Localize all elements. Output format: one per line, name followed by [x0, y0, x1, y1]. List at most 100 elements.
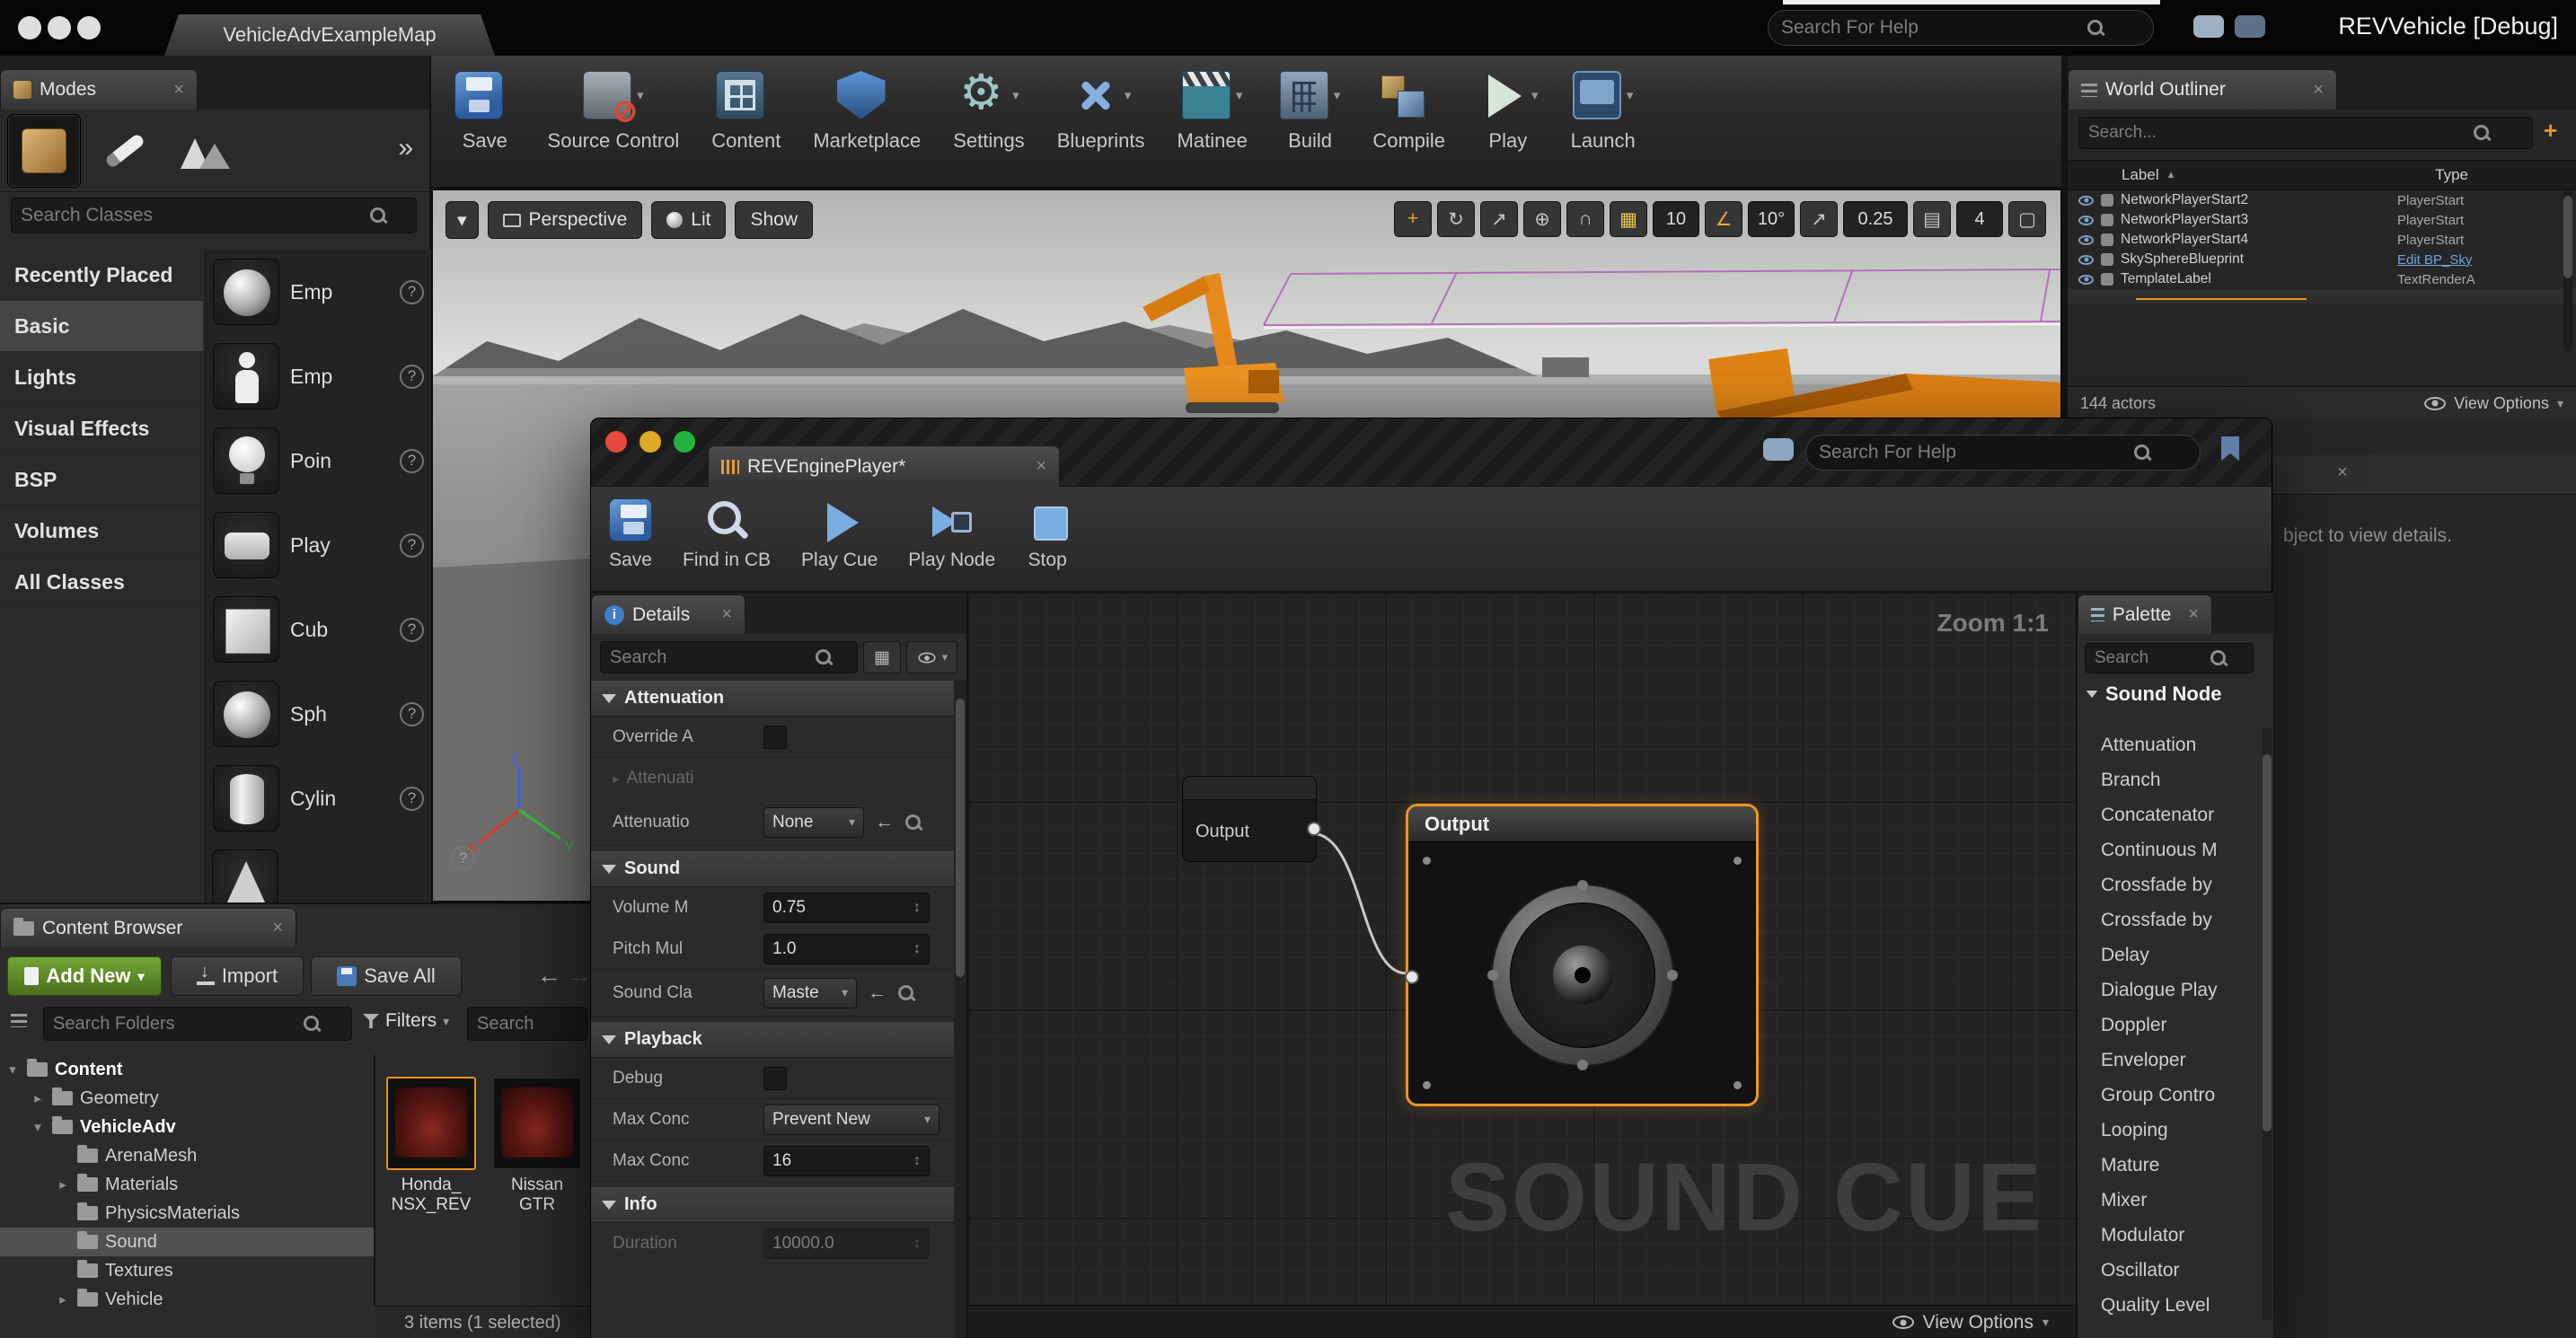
expander-icon[interactable]: ▸ [31, 1090, 45, 1106]
outliner-row[interactable]: NetworkPlayerStart2 PlayerStart [2068, 190, 2576, 210]
modes-category[interactable]: Lights [0, 352, 203, 403]
details-search-box[interactable] [600, 641, 858, 673]
cue-toolbar-button[interactable]: Stop [1026, 494, 1069, 591]
details-search-input[interactable] [610, 647, 807, 668]
palette-scrollbar[interactable] [2263, 727, 2272, 1320]
expander-icon[interactable]: ▾ [31, 1119, 45, 1135]
folder-tree-item[interactable]: Textures [0, 1256, 374, 1285]
dropdown-arrow-icon[interactable]: ▾ [1012, 87, 1019, 103]
grid-snap-value[interactable]: 10 [1653, 201, 1699, 237]
source-node[interactable]: Output [1182, 776, 1317, 862]
viewport-options-button[interactable]: ▾ [446, 201, 479, 239]
palette-item[interactable]: Mature [2078, 1148, 2263, 1183]
toolbar-button[interactable]: ▾ Matinee [1178, 65, 1248, 153]
toolbar-button[interactable]: ▾ Blueprints [1057, 65, 1145, 153]
browse-asset-icon[interactable] [897, 984, 915, 1002]
toolbar-button[interactable]: ▾ Play [1478, 65, 1539, 153]
asset-tile[interactable]: NissanGTR [492, 1077, 582, 1216]
expander-icon[interactable]: ▾ [5, 1061, 20, 1078]
show-flags-button[interactable]: Show [735, 201, 813, 239]
output-node[interactable]: Output [1406, 804, 1759, 1106]
toolbar-button[interactable]: ▾ Launch [1571, 65, 1636, 153]
feedback-icon[interactable] [2235, 15, 2265, 38]
toolbar-button[interactable]: ▾ Compile [1372, 65, 1445, 153]
expander-icon[interactable]: ▸ [56, 1291, 70, 1307]
section-header-playback[interactable]: Playback [591, 1022, 956, 1058]
folder-tree-item[interactable]: ▸ Materials [0, 1170, 374, 1199]
graph-view-options-button[interactable]: View Options [1923, 1312, 2033, 1334]
debug-checkbox[interactable] [763, 1067, 787, 1090]
sound-class-dropdown[interactable]: Maste ▾ [763, 978, 857, 1008]
tab-palette[interactable]: Palette × [2078, 594, 2212, 634]
grid-snap-icon[interactable]: ▦ [1610, 201, 1647, 237]
palette-item[interactable]: Crossfade by [2078, 902, 2263, 937]
search-folders-input[interactable] [53, 1014, 296, 1034]
help-search-input[interactable] [1781, 17, 2086, 39]
attenuation-asset-dropdown[interactable]: None ▾ [763, 807, 864, 838]
visibility-eye-icon[interactable] [2078, 255, 2094, 265]
close-icon[interactable]: × [2337, 462, 2348, 483]
palette-item[interactable]: Continuous M [2078, 832, 2263, 867]
modes-category[interactable]: Basic [0, 301, 203, 352]
palette-item[interactable]: Attenuation [2078, 727, 2263, 762]
folder-tree-item[interactable]: ▸ Geometry [0, 1084, 374, 1113]
sources-toggle-icon[interactable] [11, 1014, 27, 1027]
placeable-item[interactable]: Sph ? [206, 672, 431, 756]
placeable-item[interactable]: Emp ? [206, 334, 431, 418]
browse-asset-icon[interactable] [904, 814, 922, 832]
folder-tree-item[interactable]: Sound [0, 1228, 374, 1256]
palette-item[interactable]: Crossfade by [2078, 867, 2263, 902]
modes-category[interactable]: BSP [0, 454, 203, 506]
search-classes-input[interactable] [21, 205, 362, 226]
window-minimize-button[interactable] [640, 431, 661, 453]
back-arrow-icon[interactable]: ← [537, 962, 561, 990]
sound-cue-graph[interactable]: Zoom 1:1 Output Output [968, 593, 2076, 1305]
visibility-eye-icon[interactable] [2078, 235, 2094, 245]
close-icon[interactable]: × [263, 918, 283, 938]
visibility-eye-icon[interactable] [2078, 216, 2094, 225]
details-scrollbar[interactable] [954, 681, 966, 1338]
camera-speed-value[interactable]: 4 [1956, 201, 2003, 237]
landscape-mode-button[interactable] [169, 114, 243, 188]
scale-tool-icon[interactable]: ↗ [1480, 201, 1518, 237]
import-button[interactable]: Import [171, 956, 304, 996]
search-assets-box[interactable] [467, 1007, 587, 1041]
spinner-icon[interactable]: ↕ [913, 1153, 921, 1169]
search-classes-box[interactable] [11, 198, 417, 233]
expand-arrow-icon[interactable]: ▸ [613, 770, 620, 787]
palette-item[interactable]: Modulator [2078, 1218, 2263, 1253]
palette-item[interactable]: Dialogue Play [2078, 973, 2263, 1008]
rotation-snap-icon[interactable]: ∠ [1705, 201, 1742, 237]
spinner-icon[interactable]: ↕ [913, 900, 921, 916]
maximize-viewport-icon[interactable]: ▢ [2008, 201, 2046, 237]
outliner-row[interactable]: TemplateLabel TextRenderA [2068, 269, 2576, 289]
sort-asc-icon[interactable]: ▲ [2166, 170, 2176, 180]
tab-details[interactable]: Details × [591, 594, 745, 634]
rotation-snap-value[interactable]: 10° [1748, 201, 1795, 237]
cue-toolbar-button[interactable]: Find in CB [683, 494, 771, 591]
modes-category[interactable]: All Classes [0, 557, 203, 608]
palette-search-box[interactable] [2085, 643, 2254, 673]
use-selected-asset-icon[interactable]: ← [875, 812, 894, 833]
folder-tree-item[interactable]: ▾ VehicleAdv [0, 1113, 374, 1141]
expander-icon[interactable]: ▸ [56, 1176, 70, 1193]
dropdown-arrow-icon[interactable]: ▾ [1334, 87, 1341, 103]
asset-tile[interactable]: Honda_NSX_REV [386, 1077, 476, 1216]
section-header-attenuation[interactable]: Attenuation [591, 681, 956, 717]
search-assets-input[interactable] [477, 1014, 567, 1034]
placeable-item[interactable]: Cylin ? [206, 756, 431, 841]
max-concurrent-count-field[interactable]: 16↕ [763, 1146, 930, 1176]
modes-category[interactable]: Volumes [0, 506, 203, 557]
overflow-chevrons-icon[interactable]: » [398, 133, 413, 163]
section-header-sound[interactable]: Sound [591, 851, 956, 887]
display-filter-button[interactable]: ▾ [906, 641, 957, 673]
folder-tree-item[interactable]: ▸ Vehicle [0, 1285, 374, 1314]
dropdown-arrow-icon[interactable]: ▾ [1125, 87, 1132, 103]
use-selected-asset-icon[interactable]: ← [868, 982, 887, 1004]
tab-modes[interactable]: Modes × [0, 69, 198, 110]
dropdown-arrow-icon[interactable]: ▾ [1531, 87, 1539, 103]
world-space-icon[interactable]: ⊕ [1523, 201, 1561, 237]
lit-mode-button[interactable]: Lit [651, 201, 726, 239]
palette-item[interactable]: Oscillator [2078, 1253, 2263, 1288]
cue-toolbar-button[interactable]: Play Node [908, 494, 995, 591]
